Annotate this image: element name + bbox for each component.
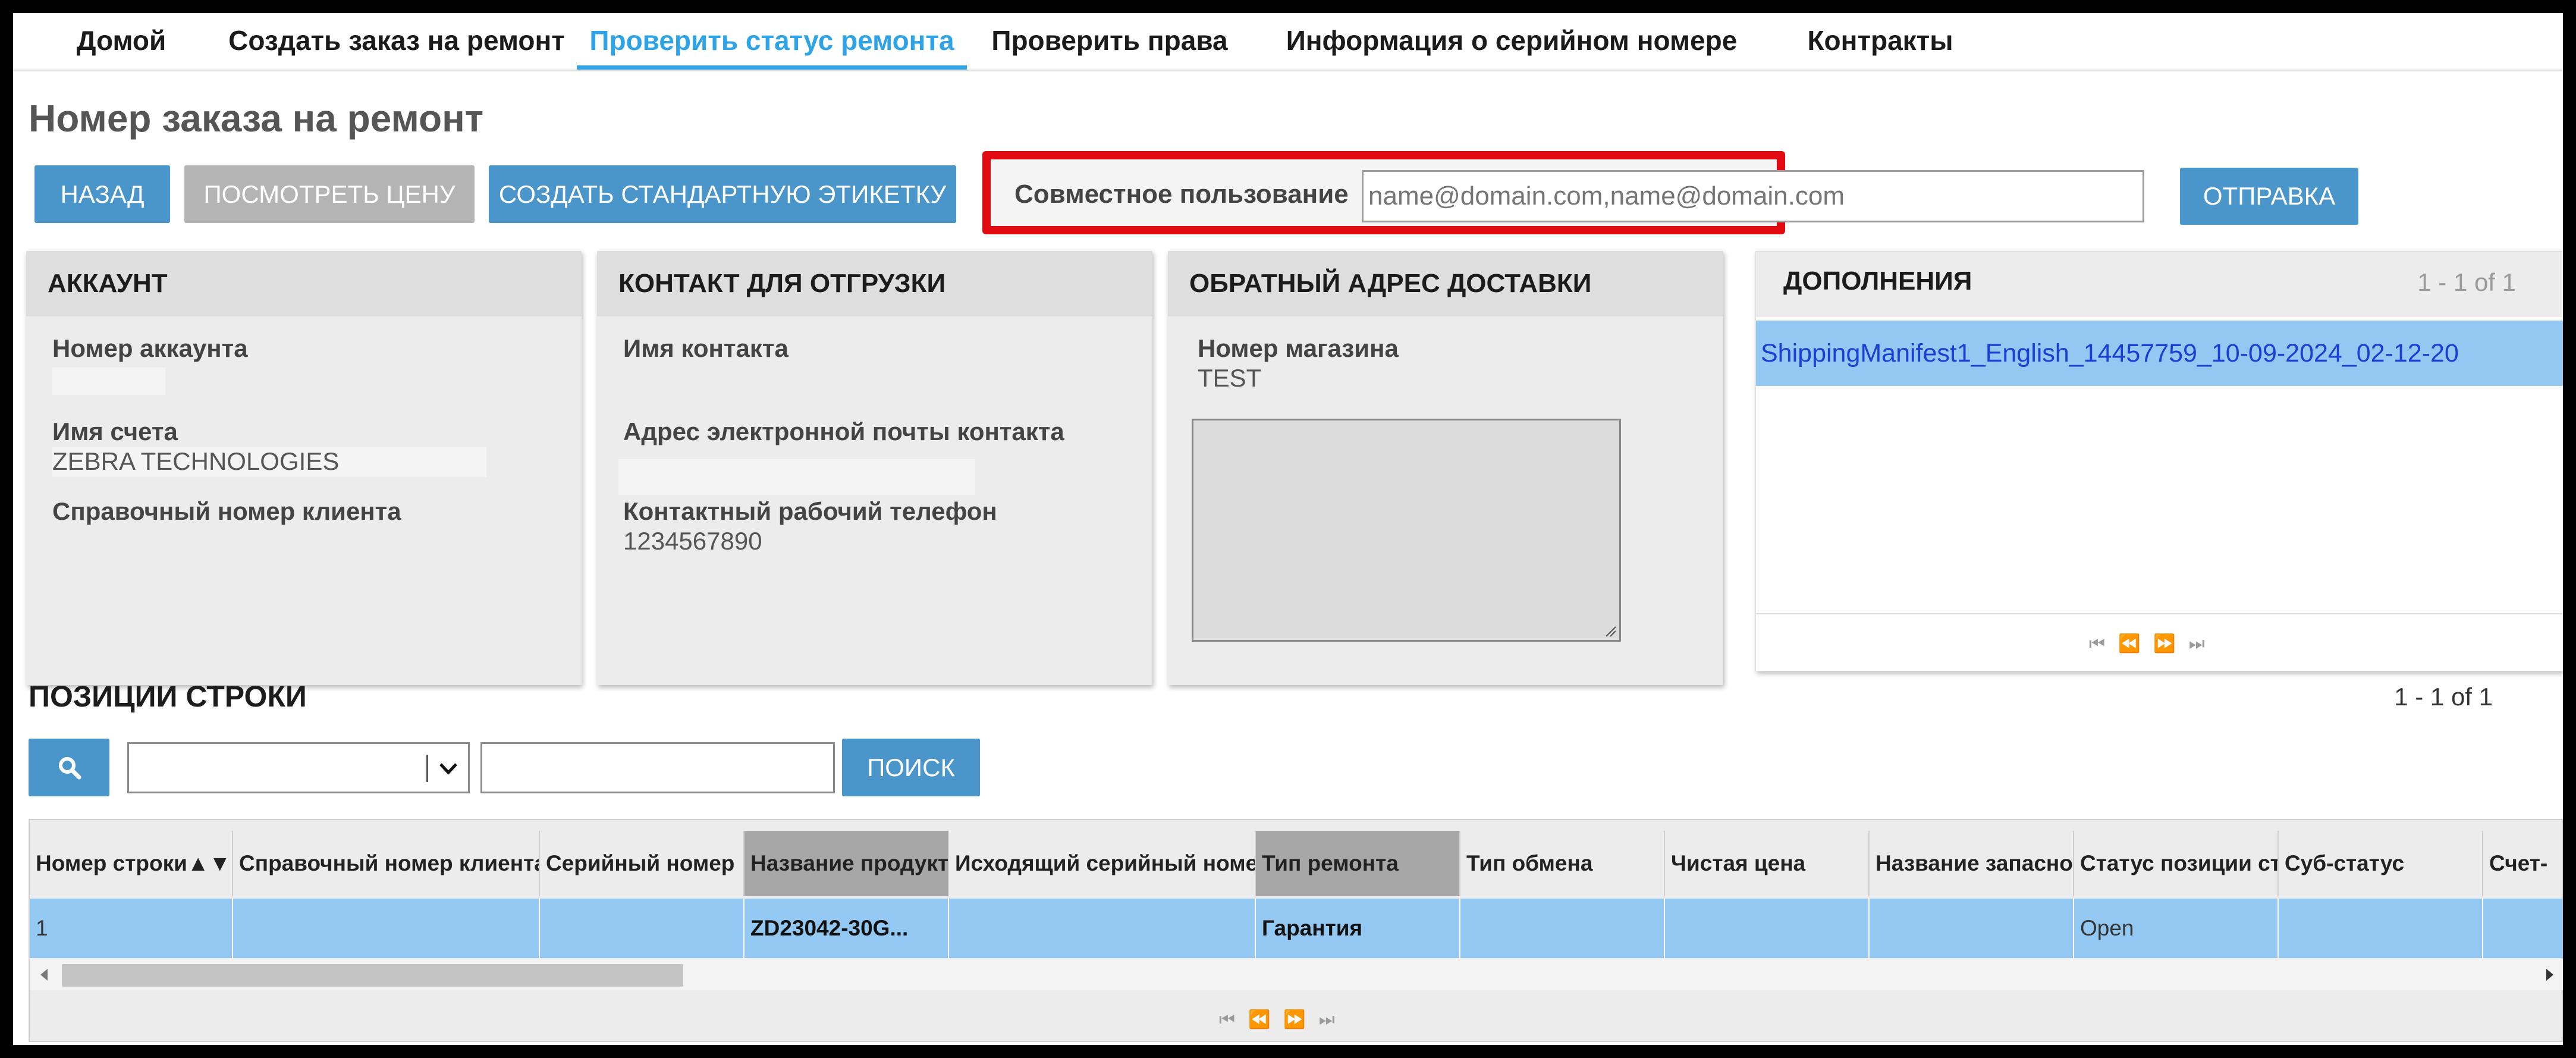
search-text-input[interactable] xyxy=(480,742,835,793)
table-row[interactable]: 1 ZD23042-30G... Гарантия Open xyxy=(30,899,2563,958)
grid-header: Номер строки▲▼ Справочный номер клиента … xyxy=(30,831,2563,896)
column-header-net-price[interactable]: Чистая цена xyxy=(1665,831,1870,896)
share-box: Совместное пользование ОТПРАВКА xyxy=(982,151,2358,234)
addons-panel: ДОПОЛНЕНИЯ 1 - 1 of 1 ShippingManifest1_… xyxy=(1755,251,2563,671)
share-submit-button[interactable]: ОТПРАВКА xyxy=(2180,168,2358,225)
nav-create-repair-order[interactable]: Создать заказ на ремонт xyxy=(199,13,595,70)
column-header-line-number[interactable]: Номер строки▲▼ xyxy=(30,831,233,896)
column-header-line-status[interactable]: Статус позиции строки xyxy=(2074,831,2279,896)
cell-product-name: ZD23042-30G... xyxy=(744,899,949,958)
cell-serial-number xyxy=(540,899,744,958)
scroll-right-icon[interactable] xyxy=(2544,968,2556,982)
cell-repair-type: Гарантия xyxy=(1256,899,1460,958)
column-header-serial-number[interactable]: Серийный номер xyxy=(540,831,744,896)
cell-exchange-type xyxy=(1460,899,1665,958)
column-header-spare-name[interactable]: Название запасной xyxy=(1870,831,2074,896)
cell-sub-status xyxy=(2279,899,2483,958)
share-label: Совместное пользование xyxy=(1014,180,1349,209)
cell-line-status: Open xyxy=(2074,899,2279,958)
cell-customer-ref xyxy=(233,899,540,958)
shipping-contact-panel: КОНТАКТ ДЛЯ ОТГРУЗКИ Имя контакта Адрес … xyxy=(597,251,1152,685)
return-address-panel: ОБРАТНЫЙ АДРЕС ДОСТАВКИ Номер магазина T… xyxy=(1168,251,1723,685)
account-number-label: Номер аккаунта xyxy=(52,334,248,362)
addons-divider xyxy=(1756,613,2563,614)
address-textarea[interactable] xyxy=(1192,419,1621,642)
nav-check-entitlement[interactable]: Проверить права xyxy=(973,13,1246,70)
back-button[interactable]: НАЗАД xyxy=(34,165,170,223)
account-name-value: ZEBRA TECHNOLOGIES xyxy=(52,447,340,475)
store-number-label: Номер магазина xyxy=(1198,334,1399,362)
return-address-panel-title: ОБРАТНЫЙ АДРЕС ДОСТАВКИ xyxy=(1168,251,1723,316)
select-divider xyxy=(426,755,428,782)
line-items-count: 1 - 1 of 1 xyxy=(2394,683,2493,711)
account-number-value xyxy=(52,368,165,395)
addons-panel-header: ДОПОЛНЕНИЯ 1 - 1 of 1 xyxy=(1756,252,2563,317)
app-window: Домой Создать заказ на ремонт Проверить … xyxy=(13,13,2563,1045)
account-panel-title: АККАУНТ xyxy=(26,251,582,316)
customer-reference-label: Справочный номер клиента xyxy=(52,497,401,525)
column-header-sub-status[interactable]: Суб-статус xyxy=(2279,831,2483,896)
addons-count: 1 - 1 of 1 xyxy=(2417,268,2516,296)
line-items-pager[interactable]: ⏮⏪⏩⏭ xyxy=(1219,1009,1348,1030)
column-header-customer-ref[interactable]: Справочный номер клиента xyxy=(233,831,540,896)
search-icon-button[interactable] xyxy=(29,739,109,796)
nav-home[interactable]: Домой xyxy=(44,13,199,70)
cell-spare-name xyxy=(1870,899,2074,958)
column-header-exchange-type[interactable]: Тип обмена xyxy=(1460,831,1665,896)
addon-file-link[interactable]: ShippingManifest1_English_14457759_10-09… xyxy=(1756,321,2563,386)
contact-email-label: Адрес электронной почты контакта xyxy=(623,417,1064,445)
cell-line-number: 1 xyxy=(30,899,233,958)
nav-serial-info[interactable]: Информация о серийном номере xyxy=(1256,13,1767,70)
shipping-contact-panel-title: КОНТАКТ ДЛЯ ОТГРУЗКИ xyxy=(597,251,1152,316)
resize-handle-icon[interactable] xyxy=(1604,624,1617,638)
search-button[interactable]: ПОИСК xyxy=(842,739,980,796)
addons-pager[interactable]: ⏮⏪⏩⏭ xyxy=(2089,633,2218,654)
scrollbar-thumb[interactable] xyxy=(62,964,683,987)
contact-phone-value: 1234567890 xyxy=(623,527,762,555)
view-price-button[interactable]: ПОСМОТРЕТЬ ЦЕНУ xyxy=(184,165,475,223)
search-column-select[interactable] xyxy=(127,742,470,793)
contact-email-value xyxy=(618,459,975,495)
line-items-title: ПОЗИЦИИ СТРОКИ xyxy=(29,680,307,713)
nav-contracts[interactable]: Контракты xyxy=(1785,13,1975,70)
top-nav: Домой Создать заказ на ремонт Проверить … xyxy=(13,13,2563,71)
cell-invoice xyxy=(2483,899,2563,958)
line-items-grid: Номер строки▲▼ Справочный номер клиента … xyxy=(29,819,2563,1042)
page-title: Номер заказа на ремонт xyxy=(29,97,484,140)
addons-panel-title: ДОПОЛНЕНИЯ xyxy=(1783,266,1972,296)
contact-phone-label: Контактный рабочий телефон xyxy=(623,497,997,525)
nav-check-repair-status[interactable]: Проверить статус ремонта xyxy=(577,13,967,70)
column-header-outbound-serial[interactable]: Исходящий серийный номер xyxy=(949,831,1256,896)
account-name-label: Имя счета xyxy=(52,417,178,445)
search-icon xyxy=(59,757,81,780)
column-header-invoice[interactable]: Счет- xyxy=(2483,831,2563,896)
contact-name-label: Имя контакта xyxy=(623,334,788,362)
share-email-input[interactable] xyxy=(1362,170,2144,222)
horizontal-scrollbar[interactable] xyxy=(30,959,2563,990)
store-number-value: TEST xyxy=(1198,364,1262,392)
cell-outbound-serial xyxy=(949,899,1256,958)
account-panel: АККАУНТ Номер аккаунта Имя счета ZEBRA T… xyxy=(26,251,582,685)
chevron-down-icon[interactable] xyxy=(438,758,458,778)
create-standard-label-button[interactable]: СОЗДАТЬ СТАНДАРТНУЮ ЭТИКЕТКУ xyxy=(489,165,956,223)
cell-net-price xyxy=(1665,899,1870,958)
column-header-repair-type[interactable]: Тип ремонта xyxy=(1256,831,1460,896)
column-header-product-name[interactable]: Название продукта xyxy=(744,831,949,896)
scroll-left-icon[interactable] xyxy=(38,968,50,982)
